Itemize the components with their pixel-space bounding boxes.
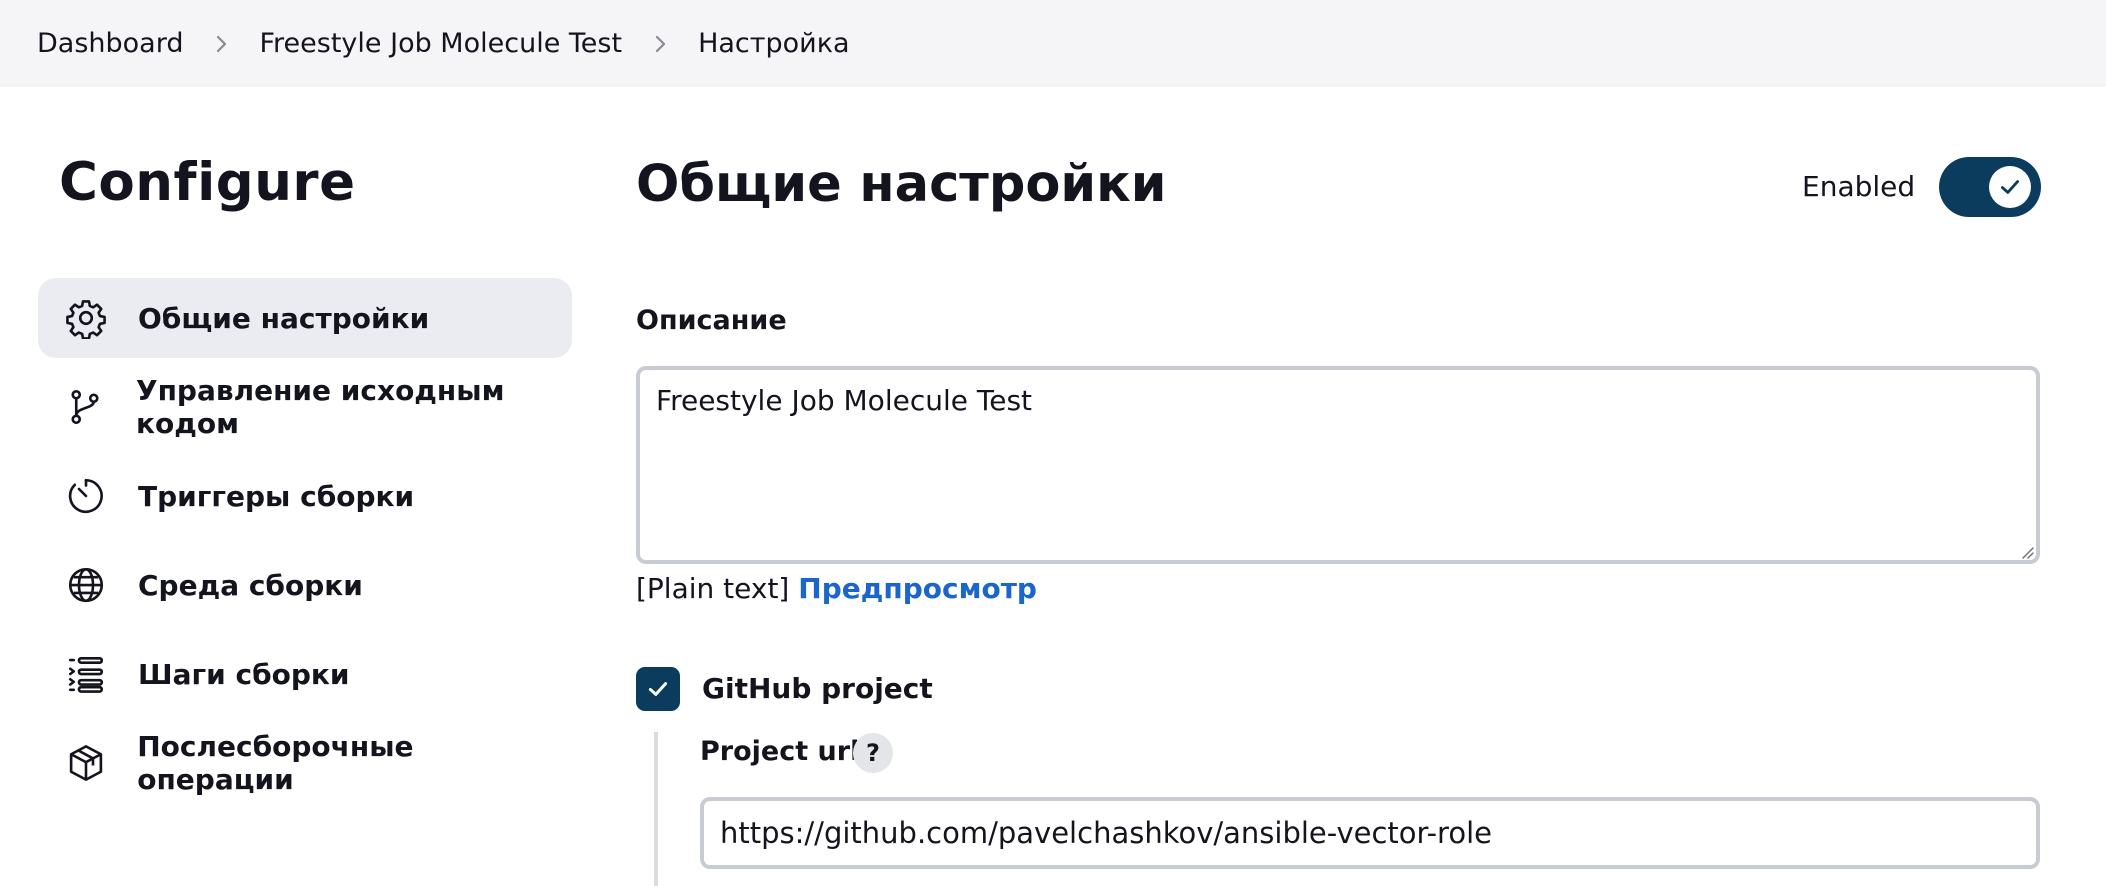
check-icon bbox=[648, 682, 668, 696]
resize-grip-icon[interactable] bbox=[2020, 545, 2034, 559]
sidebar-nav: Общие настройки Управление исходным кодо… bbox=[38, 278, 572, 812]
sidebar-item-triggers[interactable]: Триггеры сборки bbox=[38, 456, 572, 536]
format-line: [Plain text] Предпросмотр bbox=[636, 572, 1037, 605]
enabled-toggle[interactable] bbox=[1939, 157, 2041, 217]
breadcrumb-dashboard[interactable]: Dashboard bbox=[37, 28, 183, 59]
project-url-label: Project url bbox=[700, 736, 860, 767]
format-text: [Plain text] bbox=[636, 572, 790, 605]
enabled-label: Enabled bbox=[1802, 170, 1916, 203]
github-project-checkbox[interactable] bbox=[636, 667, 680, 711]
gear-icon bbox=[64, 296, 108, 340]
globe-icon bbox=[64, 563, 108, 607]
package-icon bbox=[64, 741, 107, 785]
chevron-right-icon bbox=[648, 32, 672, 56]
sidebar-item-build-steps[interactable]: Шаги сборки bbox=[38, 634, 572, 714]
steps-list-icon bbox=[64, 652, 108, 696]
github-project-label[interactable]: GitHub project bbox=[702, 672, 933, 705]
sidebar-item-scm[interactable]: Управление исходным кодом bbox=[38, 367, 572, 447]
project-url-input[interactable] bbox=[700, 797, 2040, 869]
git-branch-icon bbox=[64, 385, 106, 429]
preview-link[interactable]: Предпросмотр bbox=[798, 572, 1037, 605]
timer-icon bbox=[64, 474, 108, 518]
sidebar-item-general[interactable]: Общие настройки bbox=[38, 278, 572, 358]
sidebar-item-label: Управление исходным кодом bbox=[136, 374, 505, 440]
sidebar-title: Configure bbox=[59, 152, 356, 213]
breadcrumb-job[interactable]: Freestyle Job Molecule Test bbox=[259, 28, 622, 59]
chevron-right-icon bbox=[209, 32, 233, 56]
sidebar-item-label: Триггеры сборки bbox=[138, 479, 415, 513]
page-title: Общие настройки bbox=[636, 155, 1167, 214]
description-textarea[interactable]: Freestyle Job Molecule Test bbox=[636, 366, 2040, 564]
sidebar-item-post-build[interactable]: Послесборочные операции bbox=[38, 723, 572, 803]
sidebar-item-label: Шаги сборки bbox=[138, 657, 350, 691]
sidebar-item-label: Среда сборки bbox=[138, 568, 363, 602]
check-icon bbox=[1989, 166, 2031, 208]
help-button[interactable]: ? bbox=[853, 733, 893, 773]
nested-section-divider bbox=[654, 732, 658, 886]
breadcrumb-configure[interactable]: Настройка bbox=[698, 28, 849, 59]
description-label: Описание bbox=[636, 305, 787, 336]
sidebar-item-label: Послесборочные операции bbox=[137, 730, 414, 796]
sidebar-item-environment[interactable]: Среда сборки bbox=[38, 545, 572, 625]
breadcrumb: Dashboard Freestyle Job Molecule Test На… bbox=[0, 0, 2106, 87]
sidebar-item-label: Общие настройки bbox=[138, 301, 430, 335]
